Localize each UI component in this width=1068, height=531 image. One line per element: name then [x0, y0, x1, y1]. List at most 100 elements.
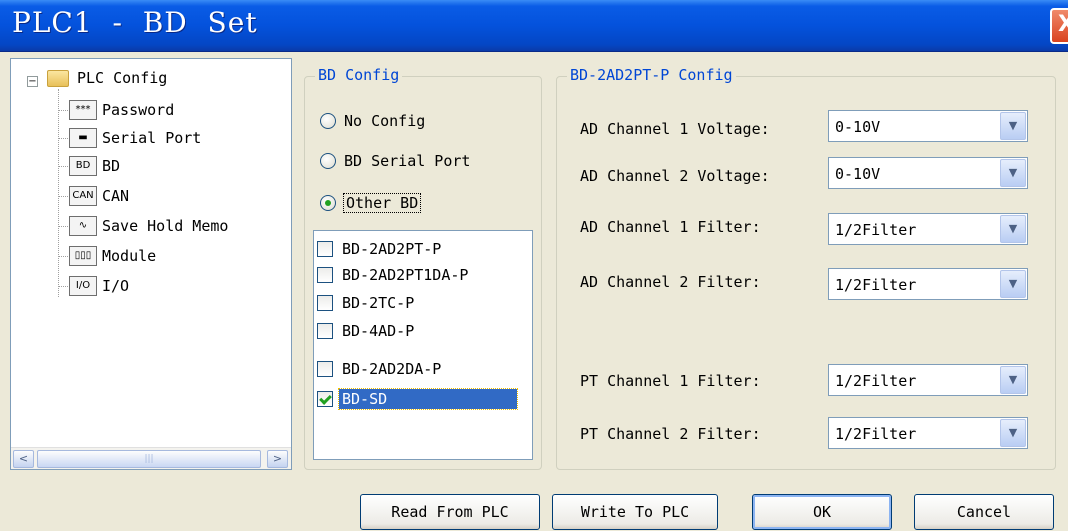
- close-icon: X: [1058, 12, 1068, 37]
- radio-label: BD Serial Port: [344, 152, 471, 170]
- pt-channel-2-filter-select[interactable]: 1/2Filter ▼: [828, 417, 1028, 449]
- ad-channel-1-filter-select[interactable]: 1/2Filter ▼: [828, 213, 1028, 245]
- tree-item-serial-port[interactable]: ▬ Serial Port: [69, 126, 201, 150]
- select-value: 1/2Filter: [835, 425, 917, 443]
- tree-line: [58, 138, 68, 139]
- radio-label: Other BD: [342, 193, 422, 213]
- board-item-bd-2ad2pt1da-p[interactable]: BD-2AD2PT1DA-P: [317, 263, 471, 287]
- checkbox[interactable]: [317, 391, 333, 407]
- tree-item-label: Serial Port: [102, 129, 202, 147]
- tree-item-save-hold-memory[interactable]: ∿ Save Hold Memo: [69, 214, 228, 238]
- ok-button[interactable]: OK: [752, 494, 892, 530]
- ad-channel-2-voltage-label: AD Channel 2 Voltage:: [580, 167, 770, 185]
- pt-channel-1-filter-select[interactable]: 1/2Filter ▼: [828, 364, 1028, 396]
- cancel-button[interactable]: Cancel: [914, 494, 1054, 530]
- tree-line: [58, 166, 68, 167]
- tree-item-io[interactable]: I/O I/O: [69, 274, 129, 298]
- tree-root-plc-config[interactable]: PLC Config: [77, 66, 167, 90]
- select-value: 1/2Filter: [835, 372, 917, 390]
- board-label: BD-2TC-P: [342, 294, 415, 312]
- ad-channel-2-voltage-select[interactable]: 0-10V ▼: [828, 157, 1028, 189]
- checkbox[interactable]: [317, 295, 333, 311]
- checkbox[interactable]: [317, 267, 333, 283]
- tree-line: [58, 110, 68, 111]
- chevron-down-icon[interactable]: ▼: [1000, 159, 1026, 187]
- chevron-down-icon[interactable]: ▼: [1000, 419, 1026, 447]
- folder-icon: [47, 70, 69, 87]
- password-icon: ***: [69, 100, 97, 120]
- ad-channel-1-filter-label: AD Channel 1 Filter:: [580, 218, 761, 236]
- bd-icon: BD: [69, 156, 97, 176]
- tree-item-label: Module: [102, 247, 157, 265]
- radio-button[interactable]: [320, 113, 336, 129]
- tree-item-password[interactable]: *** Password: [69, 98, 174, 122]
- board-item-bd-4ad-p[interactable]: BD-4AD-P: [317, 319, 417, 343]
- board-label: BD-4AD-P: [342, 322, 415, 340]
- tree-line: [58, 226, 68, 227]
- ad-channel-1-voltage-label: AD Channel 1 Voltage:: [580, 120, 770, 138]
- select-value: 1/2Filter: [835, 276, 917, 294]
- config-tree: − PLC Config *** Password ▬ Serial Port …: [10, 58, 292, 470]
- board-item-bd-sd[interactable]: BD-SD: [317, 387, 518, 411]
- tree-item-can[interactable]: CAN CAN: [69, 184, 129, 208]
- select-value: 0-10V: [835, 165, 881, 183]
- board-label: BD-2AD2PT1DA-P: [342, 266, 469, 284]
- scroll-left-icon[interactable]: <: [13, 450, 34, 468]
- close-button[interactable]: X: [1050, 8, 1068, 44]
- tree-item-label: CAN: [102, 187, 130, 205]
- tree-line: [58, 256, 68, 257]
- tree-item-label: Save Hold Memo: [102, 217, 229, 235]
- module-icon: ▯▯▯: [69, 246, 97, 266]
- select-value: 1/2Filter: [835, 221, 917, 239]
- tree-horizontal-scrollbar[interactable]: < ||| >: [11, 447, 291, 469]
- read-from-plc-button[interactable]: Read From PLC: [360, 494, 540, 530]
- tree-line: [58, 89, 59, 297]
- module-config-legend: BD-2AD2PT-P Config: [567, 66, 736, 84]
- ad-channel-2-filter-label: AD Channel 2 Filter:: [580, 273, 761, 291]
- ad-channel-1-voltage-select[interactable]: 0-10V ▼: [828, 110, 1028, 142]
- radio-other-bd[interactable]: Other BD: [320, 193, 422, 213]
- board-item-bd-2ad2pt-p[interactable]: BD-2AD2PT-P: [317, 237, 444, 261]
- radio-button[interactable]: [320, 153, 336, 169]
- select-value: 0-10V: [835, 118, 881, 136]
- serial-port-icon: ▬: [69, 128, 97, 148]
- chevron-down-icon[interactable]: ▼: [1000, 270, 1026, 298]
- waveform-icon: ∿: [69, 216, 97, 236]
- tree-line: [58, 286, 68, 287]
- tree-item-module[interactable]: ▯▯▯ Module: [69, 244, 156, 268]
- bd-board-checklist: BD-2AD2PT-P BD-2AD2PT1DA-P BD-2TC-P BD-4…: [313, 230, 533, 460]
- scroll-right-icon[interactable]: >: [267, 450, 288, 468]
- tree-root-label: PLC Config: [77, 69, 168, 87]
- pt-channel-1-filter-label: PT Channel 1 Filter:: [580, 372, 761, 390]
- radio-bd-serial-port[interactable]: BD Serial Port: [320, 152, 470, 170]
- write-to-plc-button[interactable]: Write To PLC: [552, 494, 718, 530]
- title-bar: PLC1 - BD Set X: [0, 0, 1068, 52]
- radio-label: No Config: [344, 112, 426, 130]
- chevron-down-icon[interactable]: ▼: [1000, 112, 1026, 140]
- can-icon: CAN: [69, 186, 97, 206]
- board-item-bd-2tc-p[interactable]: BD-2TC-P: [317, 291, 417, 315]
- checkbox[interactable]: [317, 361, 333, 377]
- window-title: PLC1 - BD Set: [12, 6, 258, 39]
- checkbox[interactable]: [317, 241, 333, 257]
- board-label: BD-SD: [338, 388, 518, 410]
- checkbox[interactable]: [317, 323, 333, 339]
- chevron-down-icon[interactable]: ▼: [1000, 366, 1026, 394]
- tree-item-bd[interactable]: BD BD: [69, 154, 120, 178]
- ad-channel-2-filter-select[interactable]: 1/2Filter ▼: [828, 268, 1028, 300]
- chevron-down-icon[interactable]: ▼: [1000, 215, 1026, 243]
- radio-no-config[interactable]: No Config: [320, 112, 425, 130]
- scroll-thumb[interactable]: |||: [37, 450, 261, 468]
- pt-channel-2-filter-label: PT Channel 2 Filter:: [580, 425, 761, 443]
- radio-button[interactable]: [320, 195, 336, 211]
- tree-item-label: BD: [102, 157, 121, 175]
- tree-item-label: I/O: [102, 277, 130, 295]
- board-item-bd-2ad2da-p[interactable]: BD-2AD2DA-P: [317, 357, 444, 381]
- bd-config-legend: BD Config: [315, 66, 403, 84]
- io-icon: I/O: [69, 276, 97, 296]
- collapse-icon[interactable]: −: [27, 76, 38, 87]
- board-label: BD-2AD2DA-P: [342, 360, 442, 378]
- tree-item-label: Password: [102, 101, 175, 119]
- board-label: BD-2AD2PT-P: [342, 240, 442, 258]
- tree-line: [58, 196, 68, 197]
